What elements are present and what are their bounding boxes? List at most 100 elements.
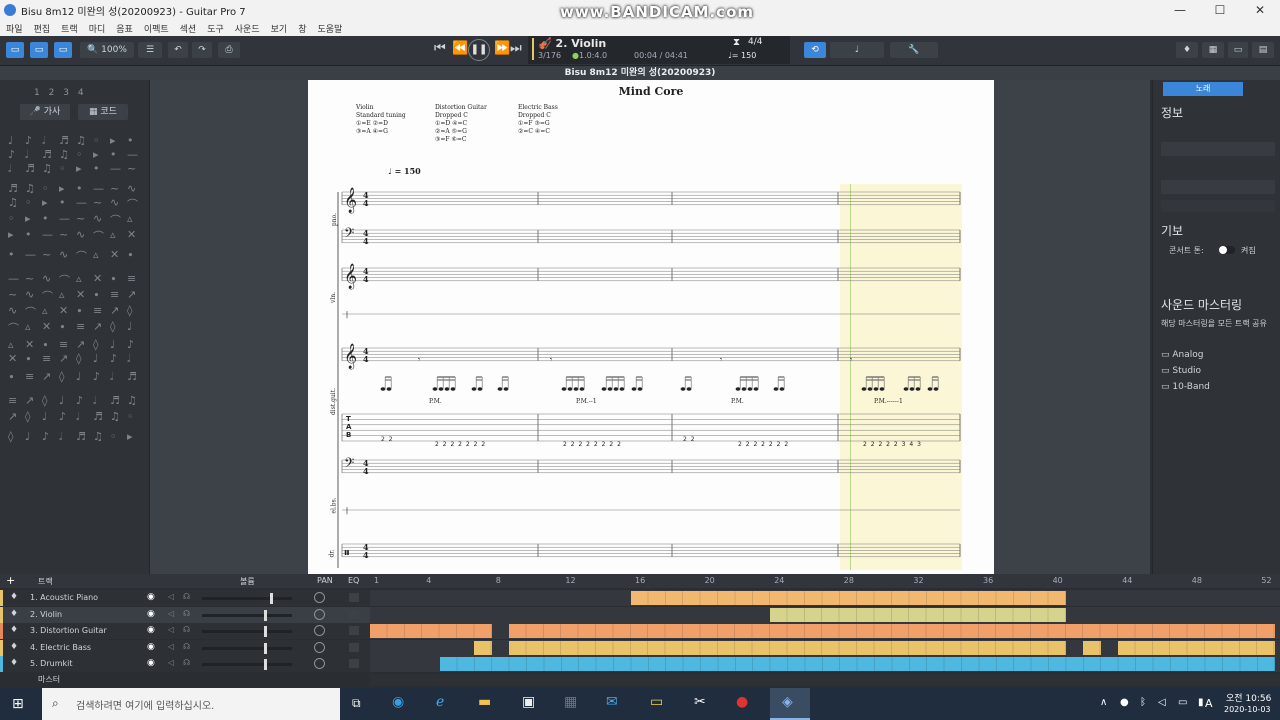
rewind-icon[interactable]: ⏪ [452, 41, 468, 56]
note-head[interactable] [867, 387, 873, 391]
palette-tool-icon[interactable]: — [8, 272, 19, 285]
file-explorer-icon[interactable]: ▬ [478, 694, 491, 710]
visibility-icon[interactable]: ◉ [147, 625, 155, 635]
maximize-button[interactable]: ☐ [1200, 0, 1240, 20]
palette-tool-icon[interactable]: • [76, 182, 83, 195]
palette-tool-icon[interactable]: — [93, 182, 104, 195]
palette-tool-icon[interactable]: 𝅗𝅥 [25, 148, 29, 162]
palette-tool-icon[interactable]: ♬ [76, 430, 86, 443]
note-head[interactable] [686, 387, 692, 391]
mute-icon[interactable]: ◁ [168, 642, 174, 651]
note-head[interactable] [613, 387, 619, 391]
palette-tool-icon[interactable]: ≡ [127, 272, 136, 285]
chat-icon[interactable]: ▭ [650, 694, 663, 710]
palette-tool-icon[interactable]: ⌒ [25, 304, 36, 320]
track-row[interactable]: ♦ 1. Acoustic Piano ◉ ◁ ☊ [0, 590, 370, 606]
track-clip[interactable] [509, 624, 1275, 639]
menu-view[interactable]: 보기 [271, 22, 288, 35]
mute-icon[interactable]: ◁ [168, 592, 174, 601]
menu-window[interactable]: 창 [298, 22, 306, 35]
palette-tool-icon[interactable]: ↗ [127, 288, 136, 301]
palette-tool-icon[interactable]: ~ [76, 212, 85, 225]
menu-note[interactable]: 음표 [116, 22, 133, 35]
visibility-icon[interactable]: ◉ [147, 609, 155, 619]
palette-tool-icon[interactable]: ♩ [8, 134, 13, 147]
print-icon[interactable]: ⎙ [218, 42, 240, 58]
ruler-bar-number[interactable]: 12 [565, 576, 575, 585]
title-field[interactable] [1161, 142, 1275, 156]
menu-edit[interactable]: 편집 [34, 22, 51, 35]
input-language[interactable]: A [1205, 697, 1213, 710]
palette-tool-icon[interactable]: ✕ [110, 248, 119, 261]
track-clip[interactable] [631, 591, 1066, 605]
document-tab[interactable]: Bisu 8m12 미완의 성(20200923) [0, 66, 1280, 80]
palette-tool-icon[interactable]: ♫ [110, 410, 120, 423]
tray-chevron-icon[interactable]: ∧ [1100, 697, 1107, 708]
zoom-control[interactable]: 🔍 100% [80, 42, 134, 58]
tray-bluetooth-icon[interactable]: ᛒ [1140, 697, 1146, 708]
notice-field[interactable] [1161, 200, 1275, 212]
palette-tool-icon[interactable]: ⌒ [42, 288, 53, 304]
palette-tool-icon[interactable]: ♪ [127, 338, 134, 351]
palette-tool-icon[interactable]: ∙ [76, 304, 83, 317]
pan-knob[interactable] [314, 592, 325, 603]
palette-tool-icon[interactable]: ♬ [42, 148, 52, 161]
palette-tool-icon[interactable]: ♪ [8, 148, 15, 161]
palette-tool-icon[interactable]: — [42, 228, 53, 241]
palette-tool-icon[interactable]: ▵ [25, 320, 31, 333]
minimize-button[interactable]: — [1160, 0, 1200, 20]
palette-tool-icon[interactable]: ~ [59, 228, 68, 241]
palette-tool-icon[interactable]: ♬ [59, 134, 69, 147]
palette-tool-icon[interactable]: ✕ [76, 288, 85, 301]
undo-icon[interactable]: ↶ [168, 42, 188, 58]
volume-slider-handle[interactable] [270, 593, 273, 604]
note-head[interactable] [567, 387, 573, 391]
palette-tool-icon[interactable]: ▸ [59, 182, 65, 195]
ruler-bar-number[interactable]: 40 [1053, 576, 1063, 585]
ruler-bar-number[interactable]: 8 [496, 576, 501, 585]
mute-icon[interactable]: ◁ [168, 609, 174, 618]
palette-tool-icon[interactable]: ∿ [127, 182, 136, 195]
palette-tool-icon[interactable]: ≡ [59, 338, 68, 351]
palette-tool-icon[interactable]: ♩ [93, 352, 98, 365]
ruler-bar-number[interactable]: 16 [635, 576, 645, 585]
note-head[interactable] [735, 387, 741, 391]
palette-tool-icon[interactable]: ▵ [59, 288, 65, 301]
palette-tool-icon[interactable]: ∿ [110, 196, 119, 209]
palette-tool-icon[interactable]: • [8, 248, 15, 261]
track-lane[interactable] [370, 656, 1280, 673]
palette-tool-icon[interactable]: • [127, 134, 134, 147]
palette-tool-icon[interactable]: ▸ [93, 148, 99, 161]
note-head[interactable] [450, 387, 456, 391]
palette-tool-icon[interactable]: ♬ [127, 370, 137, 383]
palette-tool-icon[interactable]: ≡ [76, 320, 85, 333]
palette-tool-icon[interactable]: ∿ [25, 288, 34, 301]
note-head[interactable] [861, 387, 867, 391]
palette-tool-icon[interactable]: ~ [127, 162, 136, 175]
layout-icon[interactable]: ☰ [138, 42, 162, 58]
track-clip[interactable] [370, 624, 492, 639]
palette-tool-icon[interactable]: ♫ [76, 134, 86, 147]
palette-tool-icon[interactable]: ◦ [93, 134, 100, 147]
mute-icon[interactable]: ◁ [168, 658, 174, 667]
palette-tool-icon[interactable]: ∙ [59, 320, 66, 333]
ruler-bar-number[interactable]: 52 [1261, 576, 1271, 585]
note-head[interactable] [386, 387, 392, 391]
palette-tool-icon[interactable]: ∙ [42, 338, 49, 351]
note-head[interactable] [601, 387, 607, 391]
visibility-icon[interactable]: ◉ [147, 642, 155, 652]
palette-tool-icon[interactable]: ✕ [42, 320, 51, 333]
note-head[interactable] [637, 387, 643, 391]
chords-button[interactable]: ▦ 코드 [78, 104, 128, 120]
preset-analog[interactable]: ▭ Analog [1161, 350, 1204, 360]
panel-toggle-icon[interactable]: ▭ [1228, 42, 1248, 58]
pan-knob[interactable] [314, 658, 325, 670]
close-button[interactable]: ✕ [1240, 0, 1280, 20]
palette-tool-icon[interactable]: ↗ [25, 394, 34, 407]
palette-tool-icon[interactable]: ◦ [42, 182, 49, 195]
fast-forward-icon[interactable]: ⏩ [494, 41, 510, 56]
note-head[interactable] [631, 387, 637, 391]
palette-tool-icon[interactable]: ▵ [93, 248, 99, 261]
palette-tool-icon[interactable]: ◊ [76, 352, 81, 365]
palette-tool-icon[interactable]: ♩ [127, 320, 132, 333]
